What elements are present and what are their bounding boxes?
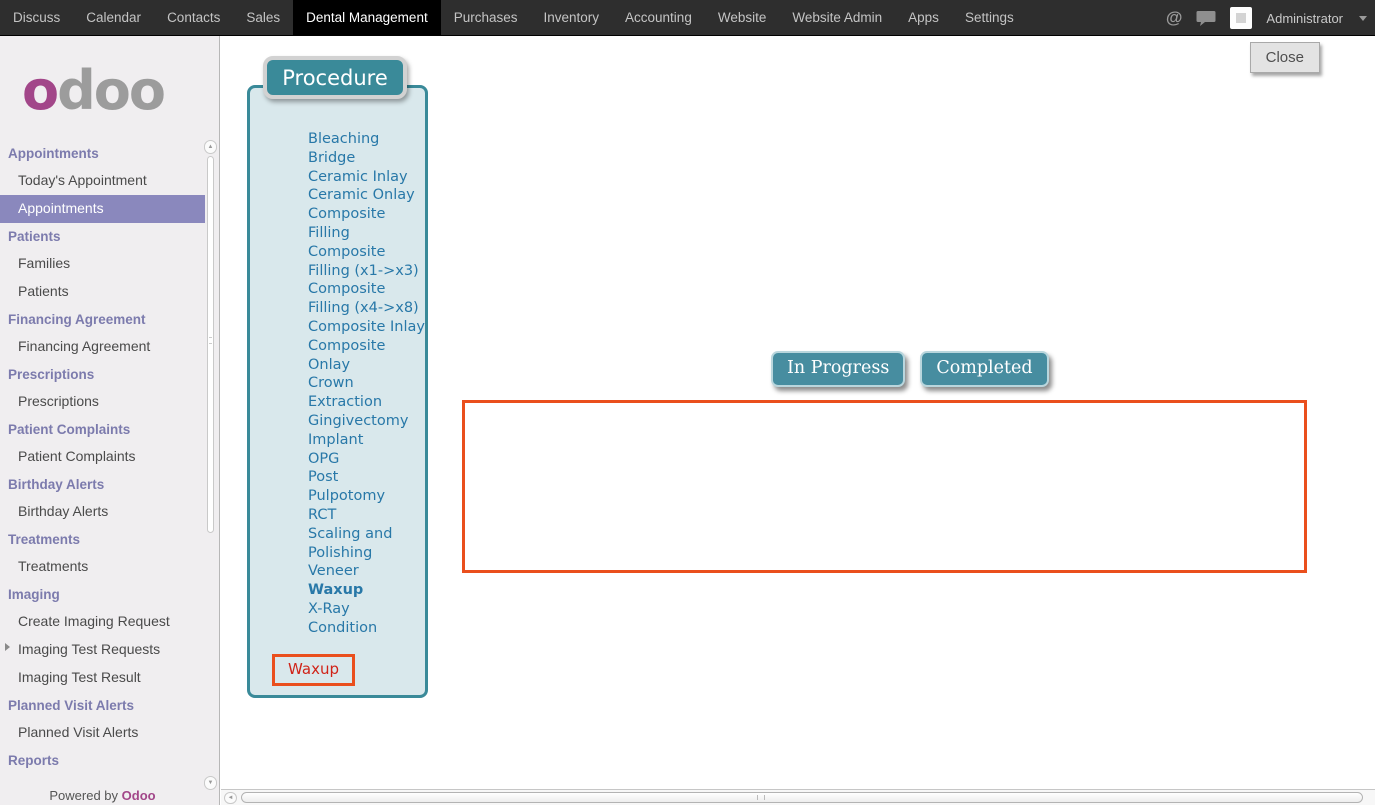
horizontal-scrollbar[interactable]: ◄ [221,789,1375,805]
procedure-item-composite-filling-x1-x3[interactable]: Composite Filling (x1->x3) [308,243,426,281]
sidebar-section-patients: Patients [0,223,205,250]
sidebar-section-imaging: Imaging [0,581,205,608]
nav-item-dental-management[interactable]: Dental Management [293,0,441,35]
procedure-item-waxup[interactable]: Waxup [308,581,426,600]
procedure-item-implant[interactable]: Implant [308,431,426,450]
sidebar-section-appointments: Appointments [0,140,205,167]
nav-item-sales[interactable]: Sales [233,0,293,35]
procedure-item-ceramic-inlay[interactable]: Ceramic Inlay [308,168,426,187]
procedure-item-opg[interactable]: OPG [308,450,426,469]
horizontal-scrollbar-thumb[interactable] [241,792,1363,803]
in-progress-button[interactable]: In Progress [771,351,905,387]
sidebar-section-patient-complaints: Patient Complaints [0,416,205,443]
procedure-item-rct[interactable]: RCT [308,506,426,525]
sidebar-item-appointments[interactable]: Appointments [0,195,205,223]
scroll-up-icon[interactable]: ▲ [204,140,217,154]
procedure-item-composite-onlay[interactable]: Composite Onlay [308,337,426,375]
procedure-panel: BleachingBridgeCeramic InlayCeramic Onla… [247,85,428,698]
nav-item-calendar[interactable]: Calendar [73,0,154,35]
procedure-item-bleaching[interactable]: Bleaching [308,130,426,149]
sidebar-item-patients[interactable]: Patients [0,278,205,306]
navbar-right: @ Administrator [1166,0,1367,36]
sidebar: odoo AppointmentsToday's AppointmentAppo… [0,36,220,805]
sidebar-section-reports: Reports [0,747,205,774]
procedure-item-composite-filling[interactable]: Composite Filling [308,205,426,243]
procedure-table-frame [462,400,1307,573]
procedure-item-crown[interactable]: Crown [308,374,426,393]
close-button[interactable]: Close [1250,42,1320,73]
nav-item-website-admin[interactable]: Website Admin [779,0,895,35]
odoo-logo: odoo [22,64,219,118]
sidebar-item-today-s-appointment[interactable]: Today's Appointment [0,167,205,195]
nav-item-discuss[interactable]: Discuss [0,0,73,35]
nav-item-accounting[interactable]: Accounting [612,0,705,35]
nav-item-settings[interactable]: Settings [952,0,1027,35]
brand-link[interactable]: Odoo [122,788,156,803]
top-navbar: DiscussCalendarContactsSalesDental Manag… [0,0,1375,36]
procedure-item-gingivectomy[interactable]: Gingivectomy [308,412,426,431]
scroll-down-icon[interactable]: ▼ [204,776,217,790]
nav-item-website[interactable]: Website [705,0,780,35]
user-menu-label[interactable]: Administrator [1266,11,1343,26]
sidebar-item-prescriptions[interactable]: Prescriptions [0,388,205,416]
sidebar-scrollbar[interactable]: ▲ ▼ [204,140,217,790]
procedure-item-composite-inlay[interactable]: Composite Inlay [308,318,426,337]
procedure-item-x-ray[interactable]: X-Ray [308,600,426,619]
sidebar-item-financing-agreement[interactable]: Financing Agreement [0,333,205,361]
sidebar-menu: AppointmentsToday's AppointmentAppointme… [0,140,205,774]
sidebar-item-planned-visit-alerts[interactable]: Planned Visit Alerts [0,719,205,747]
procedure-item-pulpotomy[interactable]: Pulpotomy [308,487,426,506]
sidebar-item-families[interactable]: Families [0,250,205,278]
powered-by: Powered by Odoo [0,788,205,803]
procedure-item-bridge[interactable]: Bridge [308,149,426,168]
sidebar-item-imaging-test-result[interactable]: Imaging Test Result [0,664,205,692]
triangle-right-icon[interactable] [5,643,10,651]
procedure-item-ceramic-onlay[interactable]: Ceramic Onlay [308,186,426,205]
procedure-item-extraction[interactable]: Extraction [308,393,426,412]
selected-procedure-badge: Waxup [272,654,355,686]
sidebar-item-create-imaging-request[interactable]: Create Imaging Request [0,608,205,636]
completed-button[interactable]: Completed [920,351,1048,387]
main-content: Close Procedure BleachingBridgeCeramic I… [221,36,1375,805]
procedure-item-veneer[interactable]: Veneer [308,562,426,581]
nav-item-purchases[interactable]: Purchases [441,0,531,35]
sidebar-item-patient-complaints[interactable]: Patient Complaints [0,443,205,471]
procedure-panel-title: Procedure [263,56,407,99]
sidebar-item-treatments[interactable]: Treatments [0,553,205,581]
sidebar-section-birthday-alerts: Birthday Alerts [0,471,205,498]
sidebar-section-treatments: Treatments [0,526,205,553]
nav-item-apps[interactable]: Apps [895,0,952,35]
procedure-item-condition[interactable]: Condition [308,619,426,638]
at-icon[interactable]: @ [1166,8,1183,28]
chevron-down-icon[interactable] [1359,16,1367,21]
procedure-item-post[interactable]: Post [308,468,426,487]
sidebar-section-planned-visit-alerts: Planned Visit Alerts [0,692,205,719]
sidebar-item-imaging-test-requests[interactable]: Imaging Test Requests [0,636,205,664]
sidebar-item-birthday-alerts[interactable]: Birthday Alerts [0,498,205,526]
sidebar-section-prescriptions: Prescriptions [0,361,205,388]
scroll-left-icon[interactable]: ◄ [224,792,237,804]
chat-bubble-icon[interactable] [1196,10,1216,26]
procedure-item-scaling-and-polishing[interactable]: Scaling and Polishing [308,525,426,563]
sidebar-scrollbar-thumb[interactable] [207,156,214,533]
nav-item-contacts[interactable]: Contacts [154,0,233,35]
avatar[interactable] [1230,7,1252,29]
nav-item-inventory[interactable]: Inventory [531,0,613,35]
procedure-item-composite-filling-x4-x8[interactable]: Composite Filling (x4->x8) [308,280,426,318]
status-buttons: In Progress Completed [771,351,1049,387]
sidebar-section-financing-agreement: Financing Agreement [0,306,205,333]
